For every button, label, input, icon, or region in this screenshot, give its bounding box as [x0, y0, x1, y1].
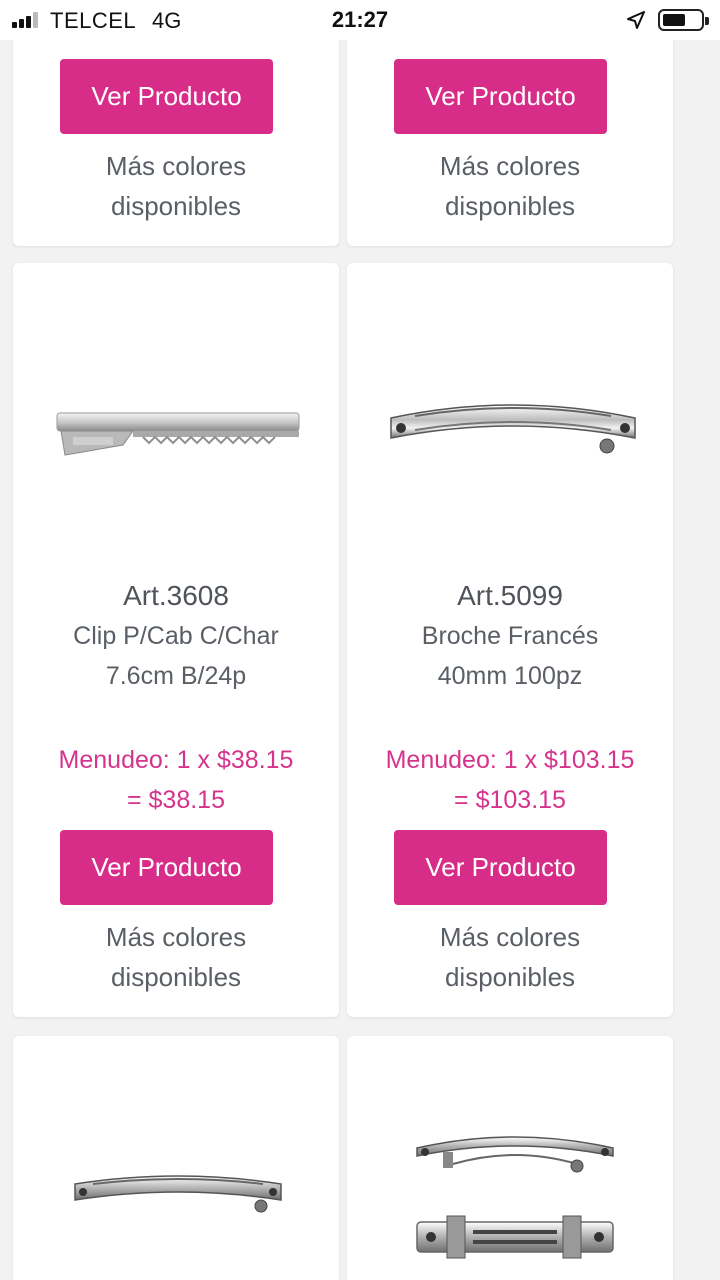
- ver-producto-button[interactable]: Ver Producto: [394, 59, 607, 134]
- french-barrette-image[interactable]: [385, 388, 641, 468]
- status-bar: TELCEL 4G 21:27: [0, 0, 720, 40]
- location-arrow-icon: [627, 11, 645, 29]
- product-card[interactable]: Art.3608 Clip P/Cab C/Char 7.6cm B/24p M…: [13, 263, 339, 1017]
- more-colors-text: Más colores disponibles: [105, 922, 247, 992]
- ver-producto-button[interactable]: Ver Producto: [60, 59, 273, 134]
- retail-price: Menudeo: 1 x $38.15 = $38.15: [58, 746, 294, 814]
- ver-producto-button[interactable]: Ver Producto: [60, 830, 273, 905]
- product-description: Broche Francés 40mm 100pz: [421, 622, 599, 690]
- ver-producto-button[interactable]: Ver Producto: [394, 830, 607, 905]
- retail-price: Menudeo: 1 x $103.15 = $103.15: [385, 746, 635, 814]
- product-card[interactable]: [13, 1036, 339, 1280]
- more-colors-text: Más colores disponibles: [439, 151, 581, 221]
- product-description: Clip P/Cab C/Char 7.6cm B/24p: [73, 622, 279, 690]
- hair-barrette-image[interactable]: [71, 1166, 285, 1218]
- clock: 21:27: [331, 7, 389, 32]
- barrette-set-image[interactable]: [413, 1126, 617, 1276]
- more-colors-text: Más colores disponibles: [105, 151, 247, 221]
- more-colors-text: Más colores disponibles: [439, 922, 581, 992]
- product-card[interactable]: Art.5099 Broche Francés 40mm 100pz Menud…: [347, 263, 673, 1017]
- battery-icon: [658, 9, 709, 31]
- hair-clip-image[interactable]: [53, 403, 303, 473]
- product-code: Art.5099: [457, 580, 563, 611]
- product-code: Art.3608: [123, 580, 229, 611]
- product-card[interactable]: [347, 1036, 673, 1280]
